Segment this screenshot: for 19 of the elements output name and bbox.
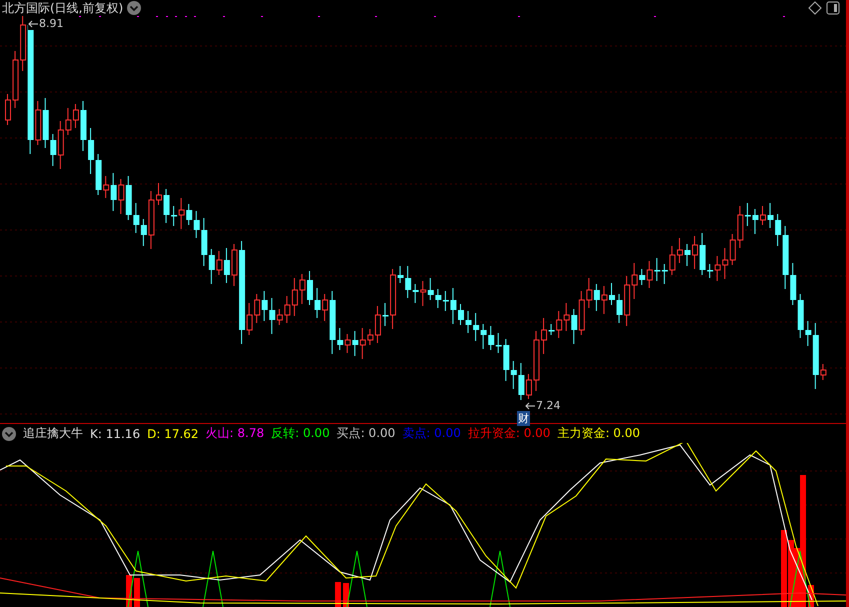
indicator-value: 拉升资金: 0.00: [468, 425, 550, 442]
panel-toggle-icon[interactable]: [826, 1, 840, 15]
high-price-label: 8.91: [39, 17, 64, 30]
low-price-label: 7.24: [536, 399, 560, 412]
indicator-value: 卖点: 0.00: [402, 425, 461, 442]
indicator-value: 主力资金: 0.00: [557, 425, 640, 442]
indicator-value: 反转: 0.00: [271, 425, 330, 442]
left-arrow-icon: [28, 20, 38, 28]
diamond-icon[interactable]: [808, 1, 822, 15]
indicator-value: 火山: 8.78: [206, 425, 264, 442]
left-arrow-icon: [525, 402, 535, 410]
chevron-down-icon[interactable]: [2, 426, 16, 440]
indicator-value: 买点: 0.00: [336, 425, 396, 442]
signal-badge: 财: [517, 411, 530, 426]
indicator-value: K: 11.16: [90, 426, 140, 440]
indicator-value: D: 17.62: [147, 426, 199, 440]
chart-title: 北方国际(日线,前复权): [2, 0, 124, 16]
indicator-name: 追庄擒大牛: [23, 425, 83, 442]
chevron-down-icon[interactable]: [127, 1, 142, 15]
